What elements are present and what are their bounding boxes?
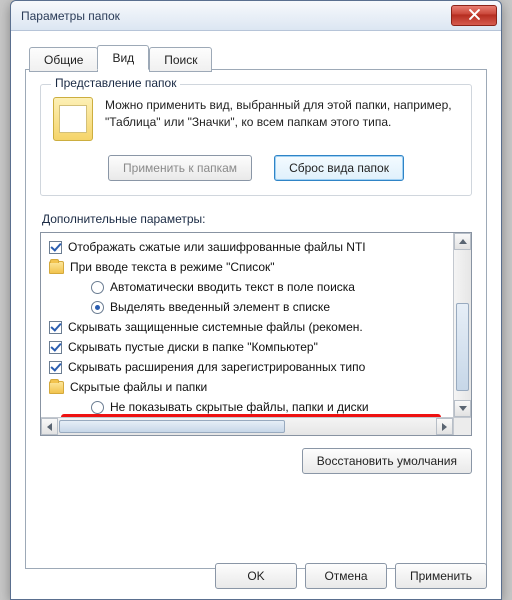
radio[interactable]	[91, 281, 104, 294]
button-label: Отмена	[324, 569, 367, 583]
tabpage-view: Представление папок Можно применить вид,…	[25, 69, 487, 569]
checkbox[interactable]	[49, 341, 62, 354]
apply-to-folders-button[interactable]: Применить к папкам	[108, 155, 252, 181]
apply-button[interactable]: Применить	[395, 563, 487, 589]
scroll-thumb[interactable]	[59, 420, 285, 433]
radio[interactable]	[91, 401, 104, 414]
group-description: Можно применить вид, выбранный для этой …	[105, 97, 459, 141]
scroll-left-button[interactable]	[41, 418, 58, 435]
scrollbar-corner	[453, 417, 471, 435]
vertical-scrollbar[interactable]	[453, 233, 471, 417]
scroll-down-button[interactable]	[454, 400, 471, 417]
chevron-right-icon	[442, 423, 447, 431]
tab-view[interactable]: Вид	[97, 45, 149, 70]
button-label: Сброс вида папок	[289, 161, 389, 175]
button-label: Применить к папкам	[123, 161, 237, 175]
list-viewport: Отображать сжатые или зашифрованные файл…	[41, 233, 453, 417]
tab-label: Вид	[112, 51, 134, 65]
list-item-label: Выделять введенный элемент в списке	[110, 300, 330, 314]
close-icon	[469, 9, 480, 23]
ok-button[interactable]: OK	[215, 563, 297, 589]
advanced-settings-list: Отображать сжатые или зашифрованные файл…	[40, 232, 472, 436]
folder-icon	[49, 261, 64, 274]
list-item-label: Скрытые файлы и папки	[70, 380, 207, 394]
tab-label: Поиск	[164, 53, 197, 67]
list-item-label: Скрывать пустые диски в папке "Компьютер…	[68, 340, 318, 354]
horizontal-scrollbar[interactable]	[41, 417, 453, 435]
restore-defaults-button[interactable]: Восстановить умолчания	[302, 448, 472, 474]
list-item[interactable]: Скрывать защищенные системные файлы (рек…	[47, 317, 453, 337]
button-label: Восстановить умолчания	[317, 454, 457, 468]
scroll-track[interactable]	[59, 418, 435, 435]
list-item-label: Не показывать скрытые файлы, папки и дис…	[110, 400, 369, 414]
scroll-up-button[interactable]	[454, 233, 471, 250]
list-item-label: Скрывать расширения для зарегистрированн…	[68, 360, 365, 374]
list-item[interactable]: Отображать сжатые или зашифрованные файл…	[47, 237, 453, 257]
titlebar[interactable]: Параметры папок	[11, 1, 501, 31]
scroll-right-button[interactable]	[436, 418, 453, 435]
radio[interactable]	[91, 301, 104, 314]
close-button[interactable]	[451, 5, 497, 26]
list-item[interactable]: Скрытые файлы и папки	[47, 377, 453, 397]
folder-options-window: Параметры папок Общие Вид Поиск Представ…	[10, 0, 502, 600]
scroll-track[interactable]	[454, 251, 471, 399]
tab-label: Общие	[44, 53, 83, 67]
checkbox[interactable]	[49, 241, 62, 254]
tab-general[interactable]: Общие	[29, 47, 98, 72]
list-item[interactable]: Скрывать пустые диски в папке "Компьютер…	[47, 337, 453, 357]
folder-icon	[49, 381, 64, 394]
list-item[interactable]: Выделять введенный элемент в списке	[47, 297, 453, 317]
checkbox[interactable]	[49, 361, 62, 374]
list-item[interactable]: Скрывать расширения для зарегистрированн…	[47, 357, 453, 377]
scroll-thumb[interactable]	[456, 303, 469, 391]
chevron-left-icon	[47, 423, 52, 431]
button-label: Применить	[410, 569, 472, 583]
button-label: OK	[247, 569, 264, 583]
reset-folders-button[interactable]: Сброс вида папок	[274, 155, 404, 181]
list-item[interactable]: Не показывать скрытые файлы, папки и дис…	[47, 397, 453, 417]
group-label: Представление папок	[51, 76, 180, 90]
window-title: Параметры папок	[21, 9, 451, 23]
checkbox[interactable]	[49, 321, 62, 334]
cancel-button[interactable]: Отмена	[305, 563, 387, 589]
list-item-label: Скрывать защищенные системные файлы (рек…	[68, 320, 363, 334]
list-item-label: При вводе текста в режиме "Список"	[70, 260, 275, 274]
tab-search[interactable]: Поиск	[149, 47, 212, 72]
window-content: Общие Вид Поиск Представление папок Можн…	[11, 31, 501, 581]
chevron-down-icon	[459, 406, 467, 411]
list-item[interactable]: Автоматически вводить текст в поле поиск…	[47, 277, 453, 297]
advanced-label: Дополнительные параметры:	[42, 212, 472, 226]
list-item-label: Отображать сжатые или зашифрованные файл…	[68, 240, 366, 254]
chevron-up-icon	[459, 239, 467, 244]
list-item-label: Автоматически вводить текст в поле поиск…	[110, 280, 355, 294]
folder-options-icon	[53, 97, 93, 141]
dialog-buttons: OK Отмена Применить	[215, 563, 487, 589]
folder-views-group: Представление папок Можно применить вид,…	[40, 84, 472, 196]
tabstrip: Общие Вид Поиск	[25, 45, 487, 70]
list-item[interactable]: При вводе текста в режиме "Список"	[47, 257, 453, 277]
